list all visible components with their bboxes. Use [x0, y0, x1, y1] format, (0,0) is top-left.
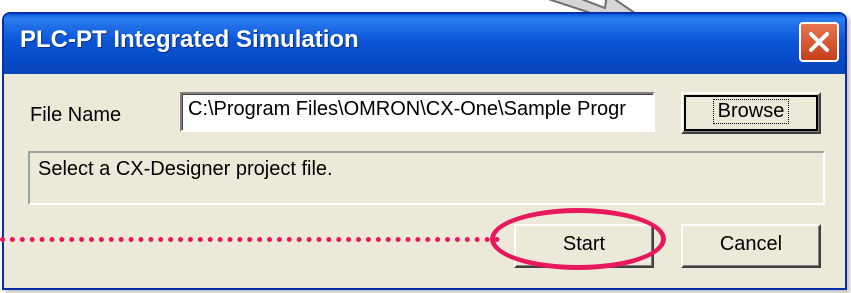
dialog-window: PLC-PT Integrated Simulation File Name C… [2, 12, 847, 290]
browse-button-label: Browse [712, 99, 790, 124]
window-title: PLC-PT Integrated Simulation [20, 26, 359, 53]
cancel-button-label: Cancel [719, 233, 783, 255]
status-message: Select a CX-Designer project file. [28, 151, 825, 205]
close-icon [809, 32, 829, 52]
close-button[interactable] [799, 22, 839, 62]
file-name-label: File Name [30, 104, 122, 126]
file-name-field[interactable]: C:\Program Files\OMRON\CX-One\Sample Pro… [180, 92, 655, 132]
title-bar[interactable]: PLC-PT Integrated Simulation [4, 14, 845, 74]
browse-button[interactable]: Browse [681, 92, 821, 134]
annotation-highlight-circle [490, 208, 666, 270]
annotation-dotted-line [0, 237, 500, 242]
cancel-button[interactable]: Cancel [681, 224, 821, 268]
